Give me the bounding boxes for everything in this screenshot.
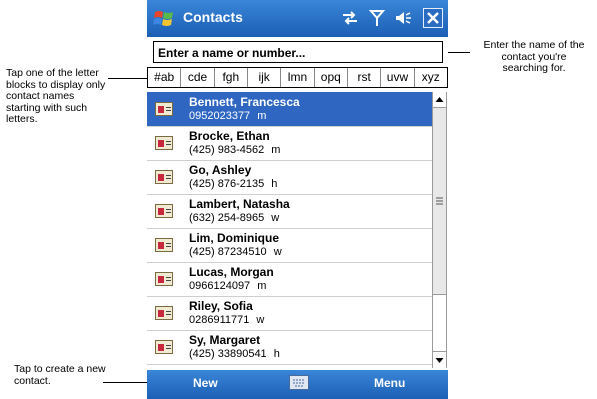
contact-row[interactable]: Go, Ashley (425) 876-2135 h xyxy=(147,160,432,195)
annotation-line: searching for. xyxy=(502,62,566,74)
annotation-line: letters. xyxy=(6,113,38,125)
contact-card-icon xyxy=(155,272,173,286)
letter-tab[interactable]: uvw xyxy=(381,68,415,87)
phone-number: 0286911771 xyxy=(189,314,250,326)
letter-tab[interactable]: #ab xyxy=(148,68,182,87)
contact-name: Brocke, Ethan xyxy=(189,129,270,143)
phone-type: w xyxy=(256,314,265,326)
letter-tab[interactable]: cde xyxy=(181,68,215,87)
phone-number: (425) 876-2135 xyxy=(189,178,265,190)
contact-phone: (425) 33890541 h xyxy=(189,348,280,360)
start-menu-icon[interactable] xyxy=(153,8,175,30)
new-button[interactable]: New xyxy=(193,376,218,390)
connectivity-icon[interactable] xyxy=(340,8,360,28)
scroll-up-arrow-icon[interactable] xyxy=(433,92,446,108)
contact-phone: 0952023377 m xyxy=(189,110,266,122)
pocketpc-screen: Contacts Enter a name or number... #ab c… xyxy=(147,0,448,399)
contact-phone: (425) 983-4562 m xyxy=(189,144,280,156)
app-title: Contacts xyxy=(183,9,243,25)
contact-phone: 0966124097 m xyxy=(189,280,266,292)
phone-number: (425) 33890541 xyxy=(189,348,267,360)
contact-row[interactable]: Riley, Sofia 0286911771 w xyxy=(147,296,432,331)
contact-name: Lambert, Natasha xyxy=(189,197,290,211)
phone-number: 0966124097 xyxy=(189,280,251,292)
phone-type: h xyxy=(273,348,280,360)
contact-card-icon xyxy=(155,102,173,116)
contact-name: Lucas, Morgan xyxy=(189,265,274,279)
contact-card-icon xyxy=(155,238,173,252)
letter-tab[interactable]: xyz xyxy=(415,68,447,87)
phone-type: h xyxy=(271,178,278,190)
contact-card-icon xyxy=(155,204,173,218)
search-input[interactable]: Enter a name or number... xyxy=(153,41,443,63)
scroll-down-arrow-icon[interactable] xyxy=(433,351,446,368)
contact-phone: 0286911771 w xyxy=(189,314,264,326)
contact-phone: (425) 876-2135 h xyxy=(189,178,277,190)
contact-row[interactable]: Lucas, Morgan 0966124097 m xyxy=(147,262,432,297)
phone-type: m xyxy=(257,110,267,122)
keyboard-icon[interactable] xyxy=(289,375,309,390)
phone-number: (425) 983-4562 xyxy=(189,144,265,156)
annotation-line: contact. xyxy=(14,374,51,387)
contact-row[interactable]: Sy, Margaret (425) 33890541 h xyxy=(147,330,432,365)
letter-blocks-annotation: Tap one of the letter blocks to display … xyxy=(6,67,105,126)
phone-number: (425) 87234510 xyxy=(189,246,267,258)
phone-type: w xyxy=(271,212,280,224)
annotation-line: Tap to create a new xyxy=(14,363,106,375)
contact-row[interactable]: Brocke, Ethan (425) 983-4562 m xyxy=(147,126,432,161)
contact-name: Riley, Sofia xyxy=(189,299,253,313)
contact-row[interactable]: Lim, Dominique (425) 87234510 w xyxy=(147,228,432,263)
close-icon[interactable] xyxy=(423,8,443,28)
annotation-line: contact names xyxy=(6,90,75,102)
contact-card-icon xyxy=(155,170,173,184)
contact-list: Bennett, Francesca 0952023377 m Brocke, E… xyxy=(147,92,432,368)
contact-name: Go, Ashley xyxy=(189,163,252,177)
contact-name: Lim, Dominique xyxy=(189,231,279,245)
contact-name: Sy, Margaret xyxy=(189,333,261,347)
contact-phone: (632) 254-8965 w xyxy=(189,212,279,224)
annotation-line: Tap one of the letter xyxy=(6,67,99,79)
contact-row[interactable]: Bennett, Francesca 0952023377 m xyxy=(147,92,432,127)
letter-tab[interactable]: fgh xyxy=(215,68,248,87)
annotation-line: Enter the name of the xyxy=(483,39,585,51)
contact-card-icon xyxy=(155,340,173,354)
contact-card-icon xyxy=(155,306,173,320)
letter-tab[interactable]: opq xyxy=(315,68,348,87)
contact-row[interactable]: Lambert, Natasha (632) 254-8965 w xyxy=(147,194,432,229)
letter-tab[interactable]: lmn xyxy=(281,68,315,87)
new-annotation: Tap to create a new contact. xyxy=(14,363,106,387)
search-annotation: Enter the name of the contact you're sea… xyxy=(472,39,596,75)
phone-number: 0952023377 xyxy=(189,110,251,122)
phone-type: m xyxy=(257,280,267,292)
menu-bar: New Menu xyxy=(147,370,448,399)
letter-tabs: #ab cde fgh ijk lmn opq rst uvw xyz xyxy=(147,67,448,88)
contact-name: Bennett, Francesca xyxy=(189,95,300,109)
phone-type: m xyxy=(271,144,281,156)
phone-number: (632) 254-8965 xyxy=(189,212,265,224)
scroll-thumb[interactable] xyxy=(433,108,446,295)
contact-phone: (425) 87234510 w xyxy=(189,246,282,258)
title-bar: Contacts xyxy=(147,0,448,37)
letter-tab[interactable]: rst xyxy=(348,68,382,87)
signal-icon[interactable] xyxy=(367,8,387,28)
scrollbar[interactable] xyxy=(432,92,447,368)
letter-tab[interactable]: ijk xyxy=(248,68,282,87)
contact-card-icon xyxy=(155,136,173,150)
menu-button[interactable]: Menu xyxy=(374,376,405,390)
phone-type: w xyxy=(273,246,282,258)
volume-icon[interactable] xyxy=(393,8,413,28)
